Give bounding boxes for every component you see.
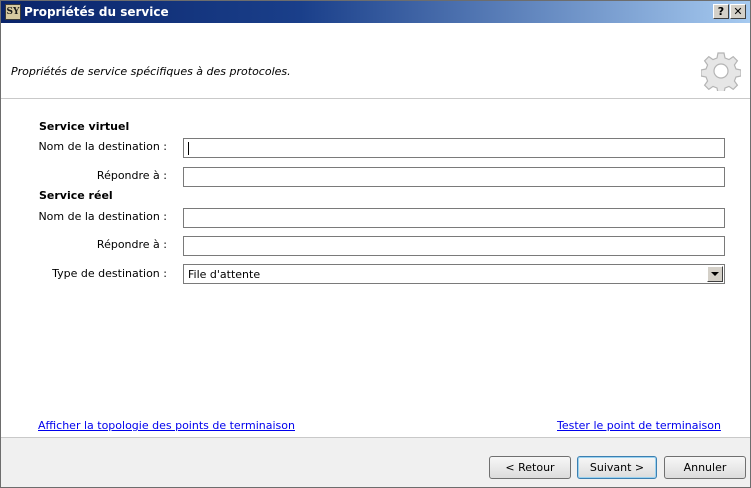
destination-type-value: File d'attente <box>188 268 261 281</box>
dialog-header: Propriétés de service spécifiques à des … <box>1 23 750 99</box>
gear-icon <box>701 52 741 91</box>
back-button[interactable]: < Retour <box>489 456 571 479</box>
destination-type-select[interactable]: File d'attente <box>183 264 725 284</box>
destination-type-label: Type de destination : <box>52 267 167 280</box>
real-destination-name-input[interactable] <box>183 208 725 228</box>
virtual-destination-name-input[interactable] <box>183 138 725 158</box>
real-service-heading: Service réel <box>39 189 113 202</box>
service-properties-dialog: SY Propriétés du service ? ✕ Propriétés … <box>0 0 751 488</box>
real-destination-name-label: Nom de la destination : <box>38 210 167 223</box>
close-button[interactable]: ✕ <box>730 4 746 19</box>
window-title: Propriétés du service <box>24 5 169 19</box>
virtual-destination-name-label: Nom de la destination : <box>38 140 167 153</box>
header-description: Propriétés de service spécifiques à des … <box>11 65 291 78</box>
test-endpoint-link[interactable]: Tester le point de terminaison <box>557 419 721 432</box>
real-reply-to-label: Répondre à : <box>96 238 167 251</box>
virtual-reply-to-label: Répondre à : <box>96 169 167 182</box>
show-topology-link[interactable]: Afficher la topologie des points de term… <box>38 419 295 432</box>
cancel-button[interactable]: Annuler <box>664 456 746 479</box>
help-button[interactable]: ? <box>713 4 729 19</box>
dialog-footer: < Retour Suivant > Annuler <box>1 437 750 487</box>
virtual-reply-to-input[interactable] <box>183 167 725 187</box>
chevron-down-icon[interactable] <box>707 266 723 282</box>
real-reply-to-input[interactable] <box>183 236 725 256</box>
next-button[interactable]: Suivant > <box>577 456 657 479</box>
virtual-service-heading: Service virtuel <box>39 120 130 133</box>
text-caret <box>188 142 189 155</box>
app-icon: SY <box>5 4 21 20</box>
title-bar[interactable]: SY Propriétés du service ? ✕ <box>1 1 750 23</box>
